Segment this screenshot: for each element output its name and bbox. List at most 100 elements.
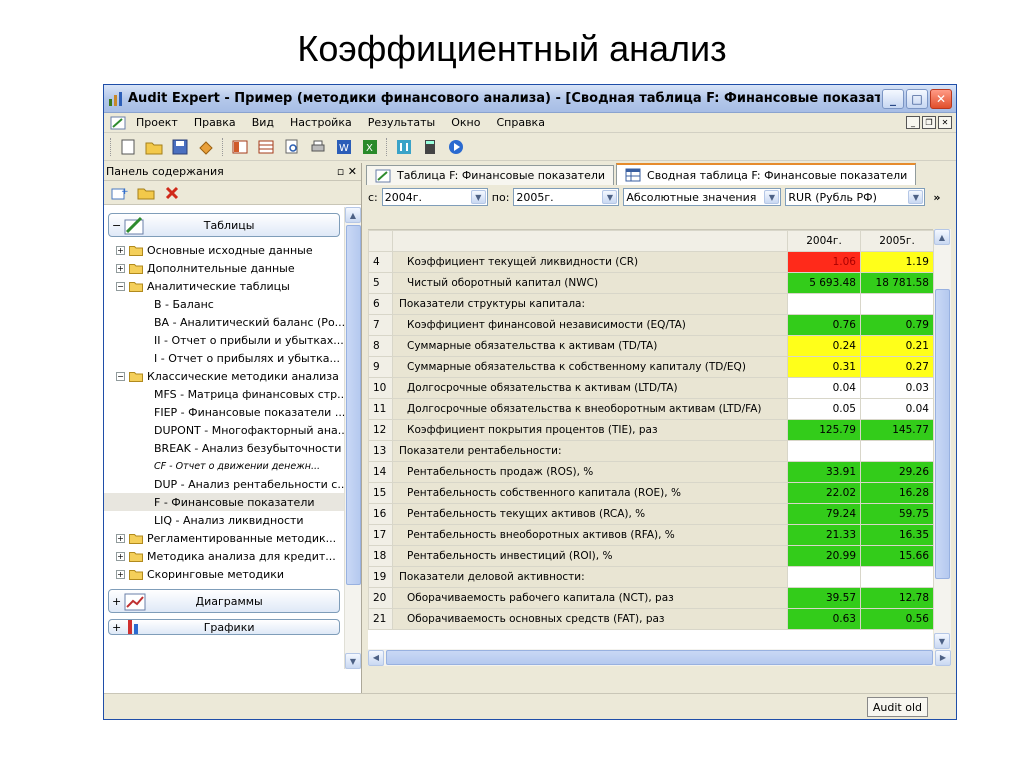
indicator-name-cell[interactable]: Рентабельность внеоборотных активов (RFA…	[392, 524, 788, 546]
tree-item[interactable]: BA - Аналитический баланс (Ро...	[104, 313, 344, 331]
row-number-cell[interactable]: 13	[368, 440, 393, 462]
value-2004-cell[interactable]	[787, 566, 861, 588]
year-2004-header[interactable]: 2004г.	[787, 230, 861, 252]
erase-icon[interactable]	[196, 138, 216, 156]
tab-summary-table-f[interactable]: Сводная таблица F: Финансовые показатели	[616, 163, 917, 185]
table-row[interactable]: 16 Рентабельность текущих активов (RCA), …	[368, 503, 934, 525]
tree-item[interactable]: LIQ - Анализ ликвидности	[104, 511, 344, 529]
mdi-close-button[interactable]: ✕	[938, 116, 952, 129]
delete-icon[interactable]	[162, 184, 182, 202]
table-row[interactable]: 8 Суммарные обязательства к активам (TD/T…	[368, 335, 934, 357]
menu-settings[interactable]: Настройка	[282, 116, 360, 129]
menu-view[interactable]: Вид	[244, 116, 282, 129]
tree-item[interactable]: − Аналитические таблицы	[104, 277, 344, 295]
value-2005-cell[interactable]: 0.03	[860, 377, 934, 399]
row-number-cell[interactable]: 16	[368, 503, 393, 525]
value-2004-cell[interactable]: 0.31	[787, 356, 861, 378]
value-2004-cell[interactable]: 0.76	[787, 314, 861, 336]
indicator-name-cell[interactable]: Суммарные обязательства к активам (TD/TA…	[392, 335, 788, 357]
value-2004-cell[interactable]: 0.05	[787, 398, 861, 420]
table-row[interactable]: 17 Рентабельность внеоборотных активов (R…	[368, 524, 934, 546]
indicator-name-cell[interactable]: Коэффициент текущей ликвидности (CR)	[392, 251, 788, 273]
value-2005-cell[interactable]: 15.66	[860, 545, 934, 567]
indicator-name-cell[interactable]: Долгосрочные обязательства к активам (LT…	[392, 377, 788, 399]
row-number-cell[interactable]: 5	[368, 272, 393, 294]
indicator-name-cell[interactable]: Коэффициент покрытия процентов (TIE), ра…	[392, 419, 788, 441]
row-number-cell[interactable]: 19	[368, 566, 393, 588]
indicator-name-cell[interactable]: Рентабельность продаж (ROS), %	[392, 461, 788, 483]
table-row[interactable]: 20 Оборачиваемость рабочего капитала (NCT…	[368, 587, 934, 609]
year-2005-header[interactable]: 2005г.	[860, 230, 934, 252]
indicator-name-cell[interactable]: Рентабельность собственного капитала (RO…	[392, 482, 788, 504]
value-2005-cell[interactable]: 1.19	[860, 251, 934, 273]
table-row[interactable]: 7 Коэффициент финансовой независимости (E…	[368, 314, 934, 336]
row-number-cell[interactable]: 7	[368, 314, 393, 336]
indicator-name-cell[interactable]: Долгосрочные обязательства к внеоборотны…	[392, 398, 788, 420]
row-number-cell[interactable]: 17	[368, 524, 393, 546]
save-icon[interactable]	[170, 138, 190, 156]
indicator-name-cell[interactable]: Показатели структуры капитала:	[392, 293, 788, 315]
table-horizontal-scrollbar[interactable]: ◀ ▶	[368, 649, 951, 666]
value-2005-cell[interactable]	[860, 566, 934, 588]
row-number-cell[interactable]: 21	[368, 608, 393, 630]
row-number-cell[interactable]: 6	[368, 293, 393, 315]
scroll-up-arrow[interactable]: ▲	[345, 207, 361, 223]
audit-old-button[interactable]: Audit old	[866, 697, 928, 717]
table-row[interactable]: 9 Суммарные обязательства к собственному …	[368, 356, 934, 378]
scroll-thumb[interactable]	[386, 650, 933, 665]
collapse-icon[interactable]: −	[112, 219, 121, 232]
expand-icon[interactable]: +	[116, 569, 125, 579]
contents-vertical-scrollbar[interactable]: ▲ ▼	[344, 207, 361, 669]
value-2004-cell[interactable]: 39.57	[787, 587, 861, 609]
scroll-up-arrow[interactable]: ▲	[934, 229, 950, 245]
tree-item[interactable]: − Классические методики анализа	[104, 367, 344, 385]
new-file-icon[interactable]	[118, 138, 138, 156]
table-row[interactable]: 21 Оборачиваемость основных средств (FAT)…	[368, 608, 934, 630]
value-2005-cell[interactable]: 0.04	[860, 398, 934, 420]
table-row[interactable]: 15 Рентабельность собственного капитала (…	[368, 482, 934, 504]
value-2004-cell[interactable]: 22.02	[787, 482, 861, 504]
value-2005-cell[interactable]	[860, 440, 934, 462]
row-number-cell[interactable]: 20	[368, 587, 393, 609]
expand-icon[interactable]: +	[116, 245, 125, 255]
tree-item[interactable]: FIEP - Финансовые показатели ...	[104, 403, 344, 421]
table-row[interactable]: 5 Чистый оборотный капитал (NWC) 5 693.48 1…	[368, 272, 934, 294]
value-2005-cell[interactable]	[860, 293, 934, 315]
panel-toggle-icon[interactable]	[230, 138, 250, 156]
add-folder-icon[interactable]	[136, 184, 156, 202]
new-item-icon[interactable]: +	[110, 184, 130, 202]
value-2004-cell[interactable]: 33.91	[787, 461, 861, 483]
word-export-icon[interactable]: W	[334, 138, 354, 156]
row-number-cell[interactable]: 4	[368, 251, 393, 273]
scroll-left-arrow[interactable]: ◀	[368, 649, 384, 666]
expand-icon[interactable]: +	[116, 263, 125, 273]
scroll-down-arrow[interactable]: ▼	[345, 653, 361, 669]
print-icon[interactable]	[308, 138, 328, 156]
tree-item[interactable]: BREAK - Анализ безубыточности	[104, 439, 344, 457]
to-period-select[interactable]: 2005г. ▼	[513, 188, 620, 206]
value-2004-cell[interactable]: 0.04	[787, 377, 861, 399]
table-row[interactable]: 11 Долгосрочные обязательства к внеоборот…	[368, 398, 934, 420]
indicator-name-cell[interactable]: Чистый оборотный капитал (NWC)	[392, 272, 788, 294]
row-number-cell[interactable]: 14	[368, 461, 393, 483]
toolbar-overflow-button[interactable]: »	[933, 191, 940, 204]
value-2005-cell[interactable]: 0.79	[860, 314, 934, 336]
table-row[interactable]: 6 Показатели структуры капитала:	[368, 293, 934, 315]
collapse-icon[interactable]: −	[116, 371, 125, 381]
close-button[interactable]: ✕	[930, 88, 952, 109]
row-number-cell[interactable]: 12	[368, 419, 393, 441]
table-row[interactable]: 14 Рентабельность продаж (ROS), % 33.91 29.…	[368, 461, 934, 483]
tree-item[interactable]: CF - Отчет о движении денежн...	[104, 457, 344, 475]
tree-item[interactable]: + Скоринговые методики	[104, 565, 344, 583]
mdi-restore-button[interactable]: ❐	[922, 116, 936, 129]
value-2005-cell[interactable]: 145.77	[860, 419, 934, 441]
table-row[interactable]: 13 Показатели рентабельности:	[368, 440, 934, 462]
value-2004-cell[interactable]: 125.79	[787, 419, 861, 441]
value-2004-cell[interactable]: 21.33	[787, 524, 861, 546]
expand-icon[interactable]: +	[116, 551, 125, 561]
indicator-name-cell[interactable]: Коэффициент финансовой независимости (EQ…	[392, 314, 788, 336]
tree-item[interactable]: DUPONT - Многофакторный ана...	[104, 421, 344, 439]
tree-item[interactable]: II - Отчет о прибыли и убытках...	[104, 331, 344, 349]
currency-select[interactable]: RUR (Рубль РФ) ▼	[785, 188, 926, 206]
value-2004-cell[interactable]: 0.63	[787, 608, 861, 630]
